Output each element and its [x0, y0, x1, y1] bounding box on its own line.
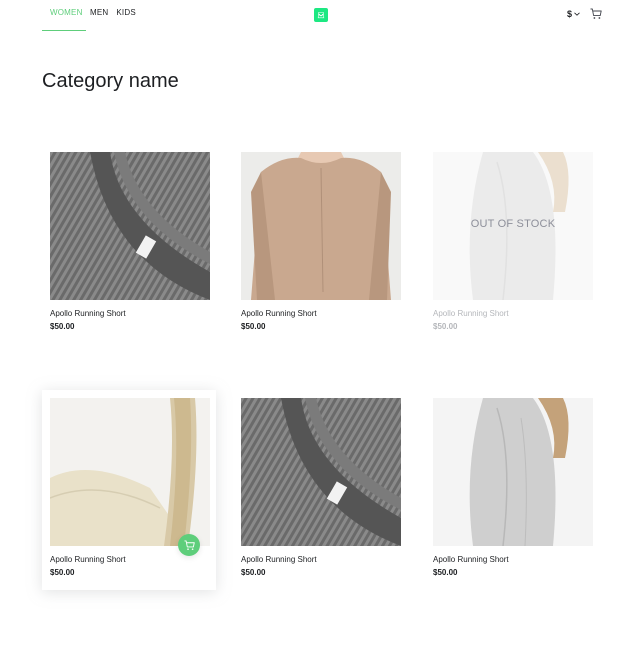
product-name: Apollo Running Short — [433, 309, 509, 318]
product-price: $50.00 — [241, 568, 266, 577]
product-price: $50.00 — [50, 322, 75, 331]
product-name: Apollo Running Short — [241, 309, 317, 318]
cart-icon — [183, 539, 195, 550]
out-of-stock-label: OUT OF STOCK — [470, 218, 556, 230]
canvas-tote-bag-image — [50, 398, 210, 546]
white-dress-image — [433, 398, 593, 546]
add-to-cart-button[interactable] — [178, 534, 200, 556]
product-card-hovered[interactable]: Apollo Running Short $50.00 — [42, 390, 216, 590]
beige-sweater-image — [241, 152, 401, 300]
tab-men[interactable]: MEN — [86, 0, 112, 31]
header-actions: $ — [567, 8, 602, 20]
brand-logo[interactable] — [314, 8, 328, 22]
currency-switcher[interactable]: $ — [567, 9, 580, 19]
product-image-white-dress[interactable] — [433, 398, 593, 546]
currency-symbol: $ — [566, 9, 572, 19]
chevron-down-icon — [574, 12, 580, 16]
product-card[interactable]: Apollo Running Short $50.00 — [425, 390, 599, 590]
product-card[interactable]: Apollo Running Short $50.00 — [42, 144, 216, 344]
grey-knit-sweater-image — [241, 398, 401, 546]
product-name: Apollo Running Short — [50, 555, 126, 564]
product-card[interactable]: Apollo Running Short $50.00 — [233, 144, 407, 344]
shopping-bag-icon — [317, 12, 325, 19]
tab-women[interactable]: WOMEN — [42, 0, 86, 31]
out-of-stock-overlay: OUT OF STOCK — [433, 152, 593, 300]
product-name: Apollo Running Short — [241, 555, 317, 564]
product-price: $50.00 — [50, 568, 75, 577]
product-card[interactable]: Apollo Running Short $50.00 — [233, 390, 407, 590]
product-name: Apollo Running Short — [50, 309, 126, 318]
category-nav: WOMEN MEN KIDS — [42, 0, 140, 31]
product-image-beige-sweater[interactable] — [241, 152, 401, 300]
product-price: $50.00 — [433, 568, 458, 577]
grey-knit-sweater-image — [50, 152, 210, 300]
product-price: $50.00 — [433, 322, 458, 331]
product-image-canvas-tote-bag[interactable] — [50, 398, 210, 546]
cart-icon[interactable] — [590, 8, 602, 20]
product-card-out-of-stock[interactable]: OUT OF STOCK Apollo Running Short $50.00 — [425, 144, 599, 344]
product-name: Apollo Running Short — [433, 555, 509, 564]
product-price: $50.00 — [241, 322, 266, 331]
header: WOMEN MEN KIDS $ — [0, 0, 636, 32]
product-image-grey-knit-sweater[interactable] — [50, 152, 210, 300]
tab-kids[interactable]: KIDS — [112, 0, 139, 31]
product-image-grey-knit-sweater[interactable] — [241, 398, 401, 546]
page-title: Category name — [42, 70, 179, 92]
